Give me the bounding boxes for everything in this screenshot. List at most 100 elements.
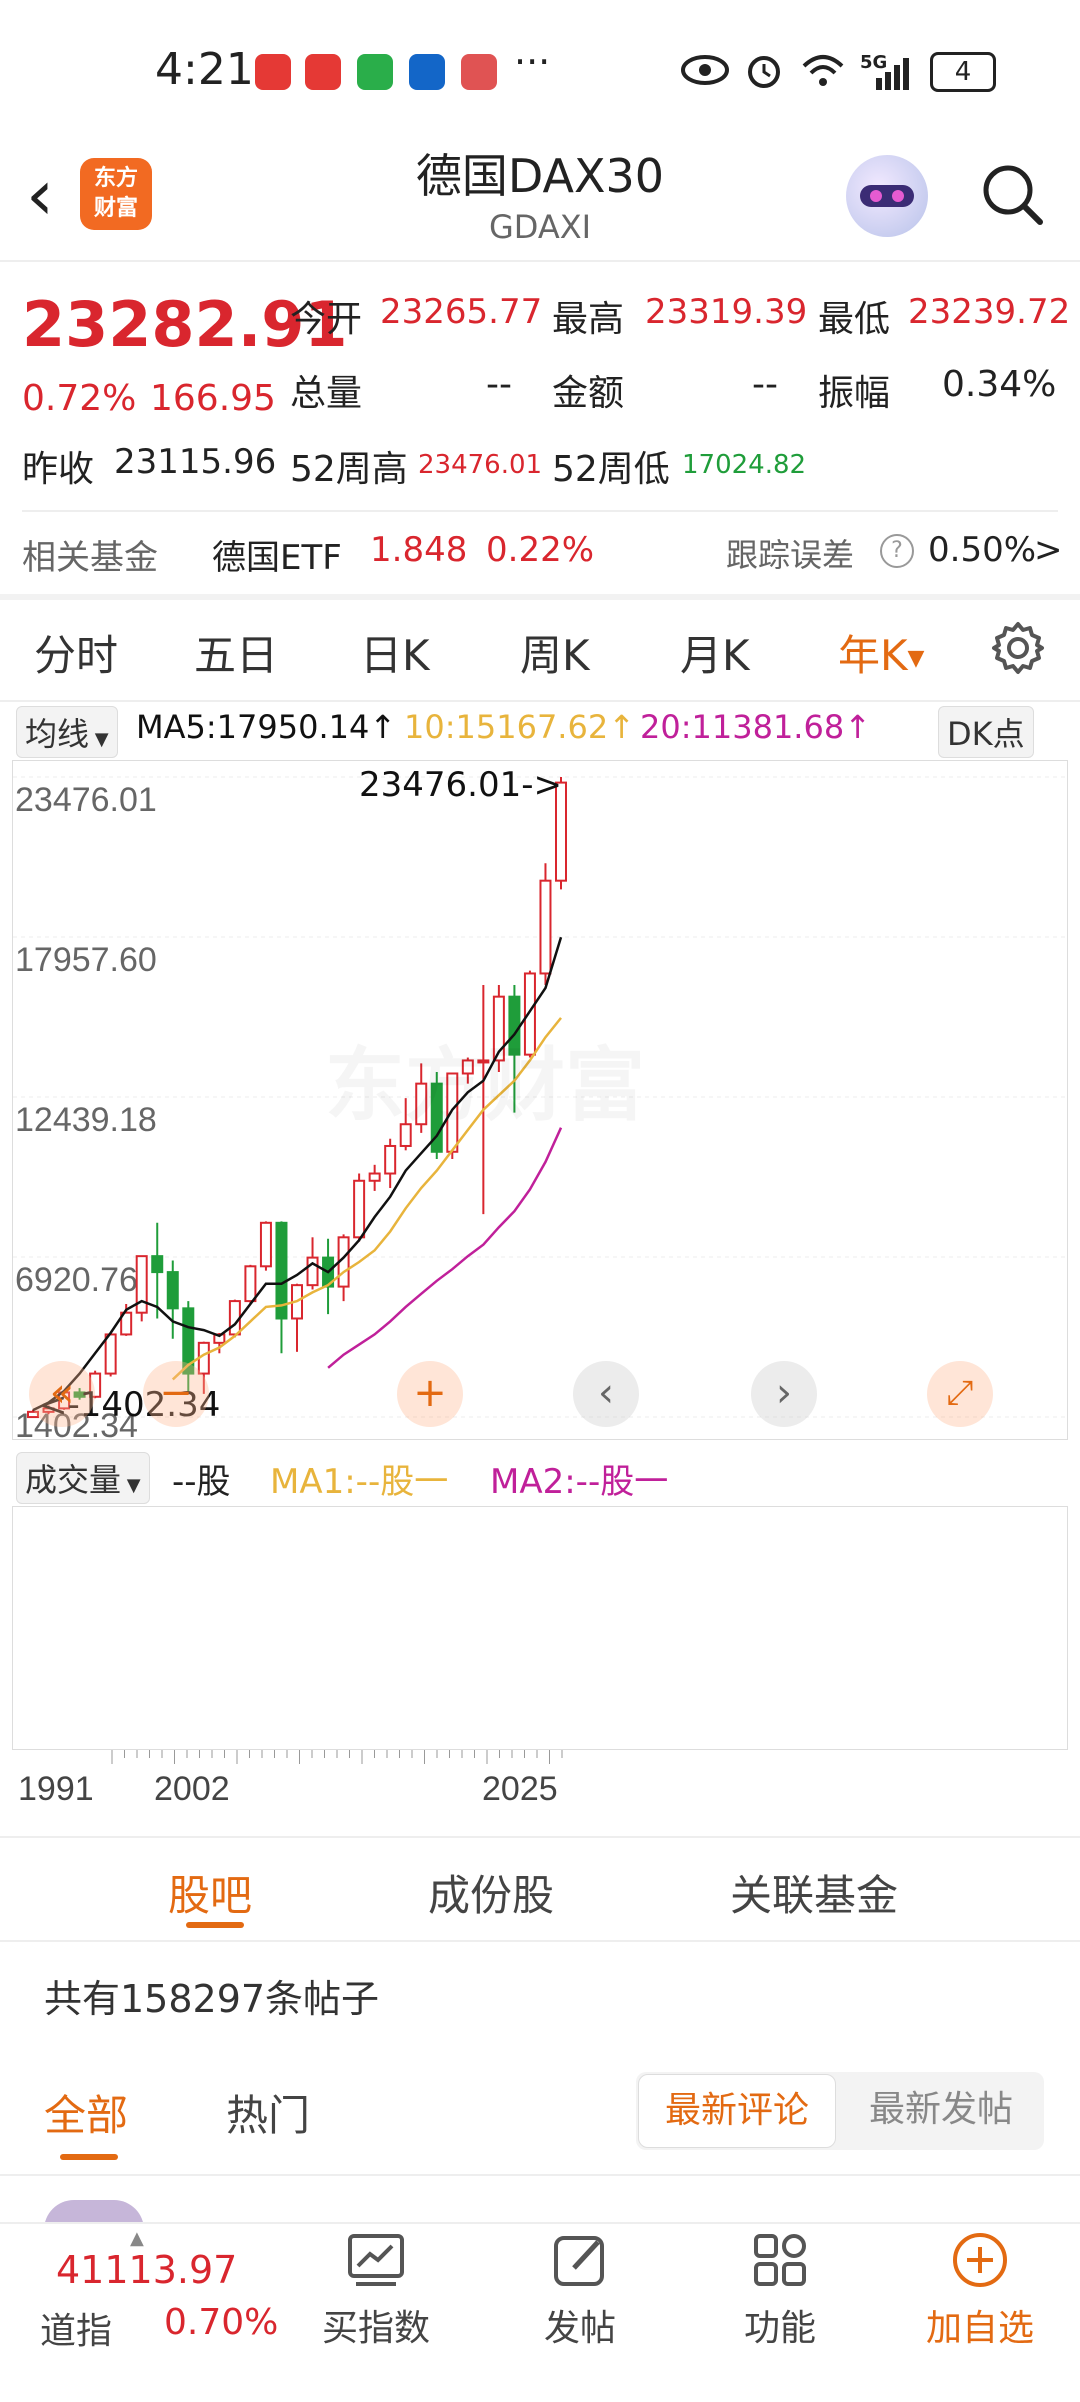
bottom-index-name[interactable]: 道指 bbox=[40, 2302, 112, 2354]
volume-label: 总量 bbox=[290, 373, 363, 414]
tab-yearly-k[interactable]: 年K▼ bbox=[838, 622, 924, 683]
battery-level: 4 bbox=[954, 57, 972, 87]
x-tick-label: 1991 bbox=[18, 1770, 94, 1808]
kline-chart-svg: 23476.0117957.6012439.186920.761402.34 bbox=[13, 776, 1067, 1445]
battery-icon: 4 bbox=[930, 52, 996, 92]
alarm-icon bbox=[748, 56, 780, 88]
zoom-in-button[interactable]: + bbox=[397, 1361, 463, 1427]
posts-count: 共有158297条帖子 bbox=[44, 1977, 380, 2021]
divider bbox=[0, 594, 1080, 600]
volume-chart[interactable] bbox=[12, 1506, 1068, 1750]
nav-functions[interactable]: 功能 bbox=[720, 2230, 840, 2351]
candle-body bbox=[415, 1082, 428, 1126]
chevron-right-icon: > bbox=[1034, 530, 1063, 570]
y-tick-label: 23476.01 bbox=[15, 781, 157, 819]
tab-constituents[interactable]: 成份股 bbox=[428, 1862, 554, 1923]
zoom-out-button[interactable]: − bbox=[143, 1361, 209, 1427]
sort-latest-post[interactable]: 最新发帖 bbox=[842, 2074, 1040, 2148]
divider bbox=[0, 1836, 1080, 1838]
edit-icon bbox=[554, 2236, 604, 2286]
nav-buy-index[interactable]: 买指数 bbox=[316, 2230, 436, 2351]
x-tick-label: 2025 bbox=[482, 1770, 558, 1808]
nav-functions-label: 功能 bbox=[743, 2308, 816, 2349]
change-percent: 0.72% bbox=[22, 378, 137, 419]
bank-icon bbox=[409, 54, 445, 90]
candle-body bbox=[446, 1072, 459, 1153]
status-time: 4:21 bbox=[155, 44, 254, 95]
eye-icon bbox=[681, 55, 729, 85]
assistant-robot-icon[interactable] bbox=[846, 155, 928, 237]
dk-point-label: DK点 bbox=[947, 715, 1025, 753]
chart-max-label: 23476.01-> bbox=[359, 765, 562, 805]
sort-latest-comment[interactable]: 最新评论 bbox=[638, 2074, 836, 2148]
ma-select[interactable]: 均线 ▼ bbox=[16, 706, 118, 758]
candle-body bbox=[151, 1255, 164, 1274]
tab-yearly-k-label: 年K bbox=[838, 631, 908, 680]
volume-ma2: MA2:--股一 bbox=[490, 1462, 669, 1502]
y-tick-label: 12439.18 bbox=[15, 1101, 157, 1139]
tracking-error-label: 跟踪误差 bbox=[726, 536, 855, 574]
high-value: 23319.39 bbox=[645, 292, 808, 332]
app-notification-icon bbox=[305, 54, 341, 90]
more-notifications-icon: ··· bbox=[514, 40, 551, 84]
bottom-index-pct[interactable]: 0.70% bbox=[164, 2302, 278, 2343]
volume-select[interactable]: 成交量 ▼ bbox=[16, 1452, 150, 1504]
candle-body bbox=[244, 1265, 257, 1303]
tab-intraday[interactable]: 分时 bbox=[34, 622, 118, 683]
signal-icon bbox=[876, 58, 909, 90]
fund-pct: 0.22% bbox=[486, 530, 595, 570]
book-icon bbox=[461, 54, 497, 90]
huawei-icon bbox=[255, 54, 291, 90]
amount-label: 金额 bbox=[552, 373, 625, 414]
candle-body bbox=[461, 1059, 474, 1075]
nav-add-watch[interactable]: 加自选 bbox=[920, 2230, 1040, 2351]
divider bbox=[22, 510, 1058, 512]
w52-high-value: 23476.01 bbox=[418, 450, 543, 480]
active-filter-indicator bbox=[60, 2154, 118, 2160]
high-label: 最高 bbox=[552, 299, 625, 340]
ma20-value: 20:11381.68↑ bbox=[640, 708, 871, 746]
w52-low-value: 17024.82 bbox=[682, 450, 807, 480]
nav-buy-index-label: 买指数 bbox=[321, 2308, 430, 2349]
filter-hot[interactable]: 热门 bbox=[226, 2082, 310, 2143]
related-fund-row[interactable]: 相关基金 德国ETF 1.848 0.22% 跟踪误差 ? 0.50% > bbox=[0, 516, 1080, 588]
chevron-left-icon[interactable]: ‹ bbox=[573, 1361, 639, 1427]
tab-guba[interactable]: 股吧 bbox=[168, 1862, 252, 1923]
dk-point-button[interactable]: DK点 bbox=[938, 706, 1034, 758]
chevron-right-icon[interactable]: › bbox=[751, 1361, 817, 1427]
related-fund-label: 相关基金 bbox=[22, 538, 158, 578]
search-icon[interactable] bbox=[980, 162, 1044, 226]
caret-up-icon: ▲ bbox=[130, 2228, 144, 2249]
fullscreen-icon[interactable]: ⤢ bbox=[927, 1361, 993, 1427]
nav-post-label: 发帖 bbox=[543, 2308, 616, 2349]
tab-five-day[interactable]: 五日 bbox=[194, 622, 278, 683]
candle-body bbox=[384, 1144, 397, 1175]
open-value: 23265.77 bbox=[380, 292, 543, 332]
kline-chart[interactable]: 23476.0117957.6012439.186920.761402.34 东… bbox=[12, 760, 1068, 1445]
candle-body bbox=[508, 995, 521, 1056]
divider bbox=[0, 260, 1080, 262]
divider bbox=[0, 700, 1080, 702]
tab-weekly-k[interactable]: 周K bbox=[520, 622, 590, 683]
plus-circle-icon bbox=[953, 2233, 1007, 2287]
amplitude-label: 振幅 bbox=[818, 373, 891, 414]
tab-related-funds[interactable]: 关联基金 bbox=[730, 1862, 898, 1923]
x-tick-label: 2002 bbox=[154, 1770, 230, 1808]
pan-far-left-button[interactable]: « bbox=[29, 1361, 95, 1427]
bottom-index-value[interactable]: 41113.97 bbox=[56, 2248, 237, 2292]
help-icon[interactable]: ? bbox=[880, 534, 914, 568]
change-amount: 166.95 bbox=[150, 378, 276, 419]
amount-value: -- bbox=[752, 364, 778, 405]
gear-icon[interactable] bbox=[990, 620, 1046, 676]
volume-value: -- bbox=[486, 364, 512, 405]
fund-price: 1.848 bbox=[370, 530, 468, 570]
candle-body bbox=[368, 1172, 381, 1182]
candle-body bbox=[104, 1333, 117, 1375]
tab-daily-k[interactable]: 日K bbox=[360, 622, 430, 683]
filter-all[interactable]: 全部 bbox=[44, 2082, 128, 2143]
y-tick-label: 17957.60 bbox=[15, 941, 157, 979]
ma5-value: MA5:17950.14↑ bbox=[136, 708, 397, 746]
tab-monthly-k[interactable]: 月K bbox=[680, 622, 750, 683]
ma-select-label: 均线 bbox=[25, 715, 90, 753]
nav-post[interactable]: 发帖 bbox=[520, 2230, 640, 2351]
